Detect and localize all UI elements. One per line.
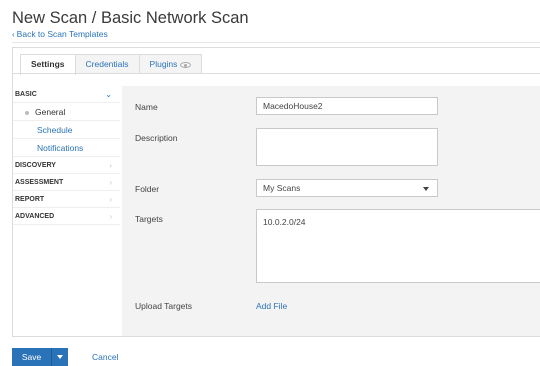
- sidebar-section-advanced[interactable]: ADVANCED ›: [13, 208, 120, 225]
- title-divider: [12, 42, 540, 43]
- scan-settings-panel: Settings Credentials Plugins BASIC ⌄ Gene…: [12, 47, 540, 337]
- sidebar-section-label: ASSESSMENT: [15, 179, 64, 186]
- page-title: New Scan / Basic Network Scan: [12, 9, 249, 27]
- name-input[interactable]: MacedoHouse2: [256, 97, 438, 115]
- sidebar-section-label: REPORT: [15, 196, 45, 203]
- general-settings-form: Name MacedoHouse2 Description Folder My …: [122, 86, 540, 336]
- chevron-right-icon: ›: [109, 195, 112, 204]
- bullet-icon: [25, 110, 29, 115]
- tabs-divider: [13, 73, 540, 74]
- sidebar-section-report[interactable]: REPORT ›: [13, 191, 120, 208]
- tab-credentials[interactable]: Credentials: [74, 54, 140, 74]
- save-dropdown-button[interactable]: [52, 348, 68, 366]
- sidebar-section-label: BASIC: [15, 91, 37, 98]
- sidebar-section-label: ADVANCED: [15, 213, 55, 220]
- tab-settings[interactable]: Settings: [20, 54, 76, 75]
- sidebar-item-label: General: [35, 107, 66, 117]
- folder-label: Folder: [135, 184, 160, 194]
- description-label: Description: [135, 133, 178, 143]
- sidebar-item-schedule[interactable]: Schedule: [13, 121, 120, 139]
- sidebar-section-label: DISCOVERY: [15, 162, 56, 169]
- targets-textarea[interactable]: 10.0.2.0/24: [256, 209, 540, 283]
- back-to-templates-link[interactable]: ‹ Back to Scan Templates: [12, 29, 108, 39]
- chevron-right-icon: ›: [109, 212, 112, 221]
- chevron-right-icon: ›: [109, 161, 112, 170]
- name-label: Name: [135, 102, 158, 112]
- sidebar-section-discovery[interactable]: DISCOVERY ›: [13, 157, 120, 174]
- tab-plugins[interactable]: Plugins: [138, 54, 203, 74]
- upload-targets-label: Upload Targets: [135, 301, 193, 311]
- save-button[interactable]: Save: [12, 348, 52, 366]
- eye-icon: [180, 61, 192, 68]
- tab-bar: Settings Credentials Plugins: [20, 54, 203, 75]
- save-button-group: Save: [12, 348, 68, 366]
- folder-select[interactable]: My Scans: [256, 179, 438, 197]
- tab-plugins-label: Plugins: [149, 59, 178, 69]
- sidebar-item-notifications[interactable]: Notifications: [13, 139, 120, 157]
- add-file-link[interactable]: Add File: [256, 301, 287, 311]
- description-textarea[interactable]: [256, 128, 438, 166]
- cancel-link[interactable]: Cancel: [92, 352, 118, 362]
- sidebar-section-assessment[interactable]: ASSESSMENT ›: [13, 174, 120, 191]
- back-link-label: Back to Scan Templates: [16, 29, 108, 39]
- settings-sidebar: BASIC ⌄ General Schedule Notifications DI…: [13, 86, 120, 225]
- targets-label: Targets: [135, 214, 163, 224]
- caret-down-icon: [423, 187, 429, 191]
- sidebar-section-basic[interactable]: BASIC ⌄: [13, 86, 120, 103]
- chevron-left-icon: ‹: [12, 30, 15, 39]
- sidebar-item-general[interactable]: General: [13, 103, 120, 121]
- folder-select-value: My Scans: [263, 183, 301, 193]
- chevron-down-icon: ⌄: [105, 90, 112, 99]
- chevron-right-icon: ›: [109, 178, 112, 187]
